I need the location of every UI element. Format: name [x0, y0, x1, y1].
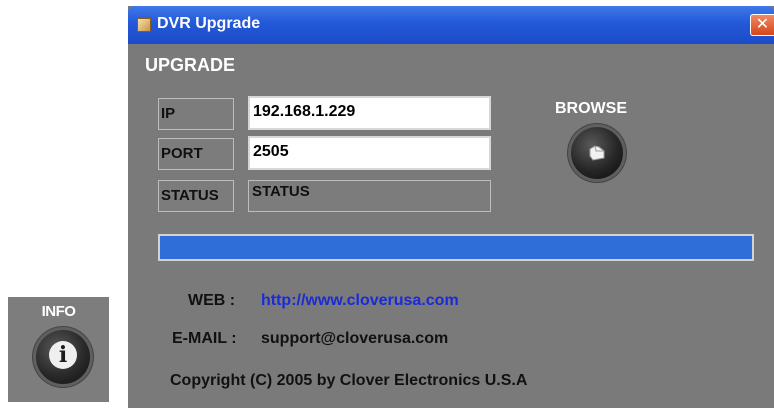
status-field: STATUS: [248, 180, 491, 212]
page: INFO i DVR Upgrade ✕ UPGRADE IP 192.168.…: [0, 0, 774, 408]
email-value: support@cloverusa.com: [261, 330, 449, 347]
web-link[interactable]: http://www.cloverusa.com: [261, 292, 459, 310]
upgrade-progress-bar: [158, 234, 754, 261]
folder-icon: [589, 145, 605, 161]
title-bar[interactable]: DVR Upgrade ✕: [128, 6, 774, 44]
window-title: DVR Upgrade: [157, 15, 261, 32]
progress-fill: [160, 236, 752, 259]
port-input[interactable]: 2505: [248, 136, 491, 170]
info-panel: INFO i: [8, 297, 109, 402]
web-label: WEB :: [188, 292, 236, 309]
info-button[interactable]: i: [36, 330, 90, 384]
copyright-text: Copyright (C) 2005 by Clover Electronics…: [170, 372, 528, 389]
browse-label: BROWSE: [555, 100, 627, 117]
port-label: PORT: [158, 138, 234, 170]
browse-button[interactable]: [571, 127, 623, 179]
ip-label: IP: [158, 98, 234, 130]
status-label: STATUS: [158, 180, 234, 212]
info-label: INFO: [41, 303, 76, 320]
app-icon: [137, 18, 151, 32]
dvr-upgrade-window: DVR Upgrade ✕ UPGRADE IP 192.168.1.229 P…: [128, 6, 774, 408]
section-title: UPGRADE: [145, 55, 236, 75]
info-icon: i: [49, 341, 77, 369]
email-label: E-MAIL :: [172, 330, 237, 347]
ip-input[interactable]: 192.168.1.229: [248, 96, 491, 130]
close-button[interactable]: ✕: [750, 14, 774, 36]
